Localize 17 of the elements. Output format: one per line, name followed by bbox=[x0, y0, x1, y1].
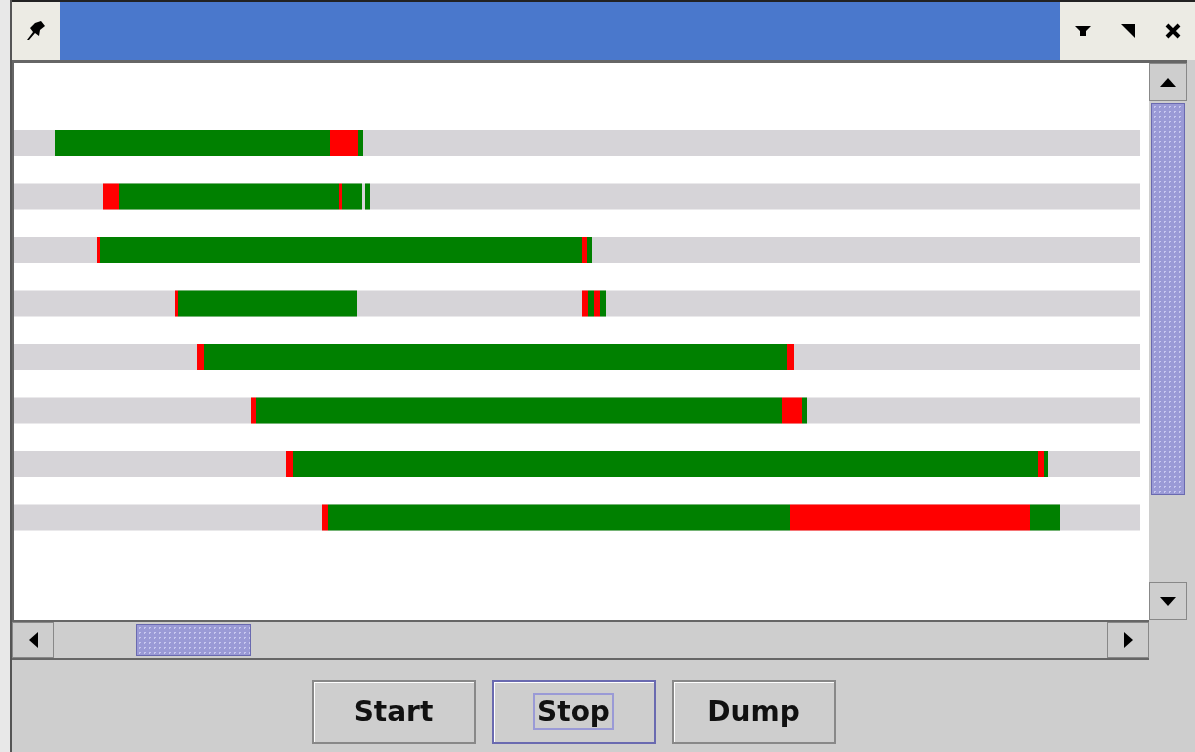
right-arrow-icon bbox=[1123, 632, 1133, 648]
down-arrow-icon bbox=[1160, 596, 1176, 606]
scroll-down-button[interactable] bbox=[1149, 582, 1187, 620]
scroll-left-button[interactable] bbox=[12, 622, 54, 658]
left-arrow-icon bbox=[28, 632, 38, 648]
action-button[interactable]: Dump bbox=[671, 680, 836, 744]
scroll-up-button[interactable] bbox=[1149, 63, 1187, 101]
scrollbar-thumb[interactable] bbox=[136, 624, 251, 656]
minimize-icon[interactable] bbox=[1074, 26, 1091, 36]
scrollbar-thumb[interactable] bbox=[1151, 103, 1185, 495]
up-arrow-icon bbox=[1160, 77, 1176, 87]
action-button[interactable]: Start bbox=[311, 680, 476, 744]
maximize-icon[interactable] bbox=[1120, 24, 1135, 38]
close-icon[interactable] bbox=[1163, 22, 1182, 40]
pin-icon[interactable] bbox=[26, 20, 46, 42]
action-button[interactable]: Stop bbox=[491, 680, 656, 744]
scroll-right-button[interactable] bbox=[1107, 622, 1149, 658]
